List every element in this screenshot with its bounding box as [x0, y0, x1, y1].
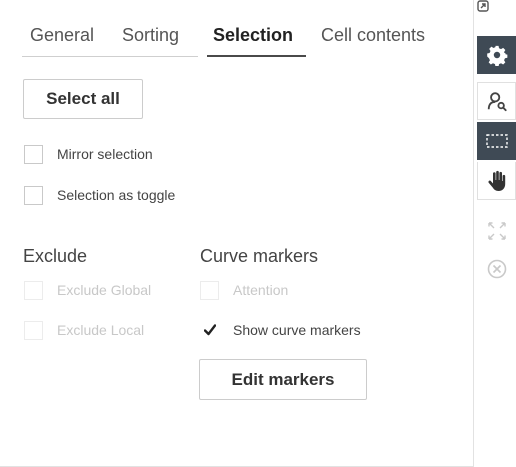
tab-general[interactable]: General [30, 22, 94, 56]
tab-cell-contents[interactable]: Cell contents [321, 22, 425, 56]
rectangle-select-icon [485, 134, 508, 148]
close-circle-icon [487, 259, 506, 279]
person-search-button[interactable] [477, 82, 516, 120]
attention-row: Attention [200, 279, 288, 301]
show-curve-markers-row: Show curve markers [200, 319, 361, 341]
rectangle-select-button[interactable] [477, 122, 516, 160]
right-toolbar [477, 0, 516, 300]
exclude-global-label: Exclude Global [57, 282, 152, 298]
tab-sorting[interactable]: Sorting [122, 22, 179, 56]
exclude-local-checkbox [24, 320, 43, 340]
exclude-global-checkbox [24, 280, 43, 300]
properties-panel: General Sorting Selection Cell contents … [0, 0, 474, 467]
export-icon-partial[interactable] [477, 0, 516, 12]
select-all-button[interactable]: Select all [23, 79, 143, 119]
hand-pan-icon [487, 170, 505, 191]
selection-as-toggle-label: Selection as toggle [57, 187, 176, 203]
person-search-icon [487, 92, 507, 112]
exclude-local-label: Exclude Local [57, 322, 145, 338]
exclude-local-row: Exclude Local [24, 319, 144, 341]
show-curve-markers-checkbox[interactable] [200, 320, 219, 340]
mirror-selection-row: Mirror selection [24, 143, 153, 165]
exclude-global-row: Exclude Global [24, 279, 151, 301]
attention-checkbox [200, 280, 219, 300]
export-icon [477, 0, 489, 12]
checkmark-icon [204, 323, 216, 335]
mirror-selection-checkbox[interactable] [24, 144, 43, 164]
exclude-title: Exclude [23, 246, 88, 266]
settings-button[interactable] [477, 36, 516, 74]
curve-markers-title: Curve markers [200, 246, 319, 266]
expand-button[interactable] [477, 216, 516, 246]
edit-markers-button[interactable]: Edit markers [199, 359, 367, 400]
selection-as-toggle-row: Selection as toggle [24, 184, 175, 206]
tab-underline [22, 56, 198, 57]
tab-selection[interactable]: Selection [213, 22, 293, 56]
attention-label: Attention [233, 282, 289, 298]
gear-icon [486, 45, 507, 66]
expand-arrows-icon [487, 222, 506, 240]
pan-button[interactable] [477, 162, 516, 200]
tab-bar: General Sorting Selection Cell contents [22, 22, 446, 58]
mirror-selection-label: Mirror selection [57, 146, 153, 162]
show-curve-markers-label: Show curve markers [233, 322, 361, 338]
tab-active-underline [207, 55, 306, 57]
close-button[interactable] [477, 254, 516, 284]
selection-as-toggle-checkbox[interactable] [24, 185, 43, 205]
